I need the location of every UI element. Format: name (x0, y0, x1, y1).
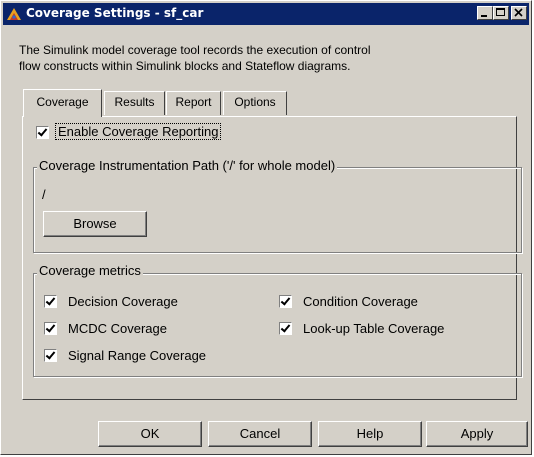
tab-coverage[interactable]: Coverage (23, 89, 102, 117)
maximize-icon[interactable] (493, 6, 509, 20)
help-button[interactable]: Help (318, 421, 422, 447)
description-line-1: The Simulink model coverage tool records… (19, 43, 371, 57)
coverage-metrics-group-title: Coverage metrics (37, 263, 143, 278)
tab-report[interactable]: Report (166, 91, 221, 115)
condition-coverage-checkbox[interactable] (279, 295, 292, 308)
instrumentation-path-group-title: Coverage Instrumentation Path ('/' for w… (37, 158, 338, 173)
signal-range-coverage-checkbox[interactable] (44, 349, 57, 362)
tab-results[interactable]: Results (104, 91, 165, 115)
mcdc-coverage-label[interactable]: MCDC Coverage (68, 321, 167, 336)
mcdc-coverage-checkbox[interactable] (44, 322, 57, 335)
instrumentation-path-value: / (42, 187, 46, 202)
decision-coverage-checkbox[interactable] (44, 295, 57, 308)
condition-coverage-label[interactable]: Condition Coverage (303, 294, 418, 309)
coverage-settings-dialog: Coverage Settings - sf_car The Simulink … (0, 0, 532, 455)
lookup-table-coverage-checkbox[interactable] (279, 322, 292, 335)
enable-coverage-label[interactable]: Enable Coverage Reporting (55, 123, 222, 140)
ok-button[interactable]: OK (98, 421, 202, 447)
instrumentation-path-group (33, 167, 522, 253)
cancel-button[interactable]: Cancel (208, 421, 312, 447)
enable-coverage-checkbox[interactable] (36, 126, 49, 139)
description-line-2: flow constructs within Simulink blocks a… (19, 59, 351, 73)
minimize-icon[interactable] (477, 6, 493, 20)
coverage-tab-panel: Enable Coverage Reporting Coverage Instr… (22, 116, 522, 400)
apply-button[interactable]: Apply (426, 421, 528, 447)
decision-coverage-label[interactable]: Decision Coverage (68, 294, 178, 309)
lookup-table-coverage-label[interactable]: Look-up Table Coverage (303, 321, 444, 336)
signal-range-coverage-label[interactable]: Signal Range Coverage (68, 348, 206, 363)
tab-options[interactable]: Options (223, 91, 287, 115)
close-icon[interactable] (511, 6, 527, 20)
title-bar[interactable]: Coverage Settings - sf_car (3, 3, 529, 25)
browse-button[interactable]: Browse (43, 211, 147, 237)
window-title: Coverage Settings - sf_car (26, 6, 204, 20)
stateflow-icon (6, 6, 22, 22)
description-text: The Simulink model coverage tool records… (19, 42, 519, 74)
